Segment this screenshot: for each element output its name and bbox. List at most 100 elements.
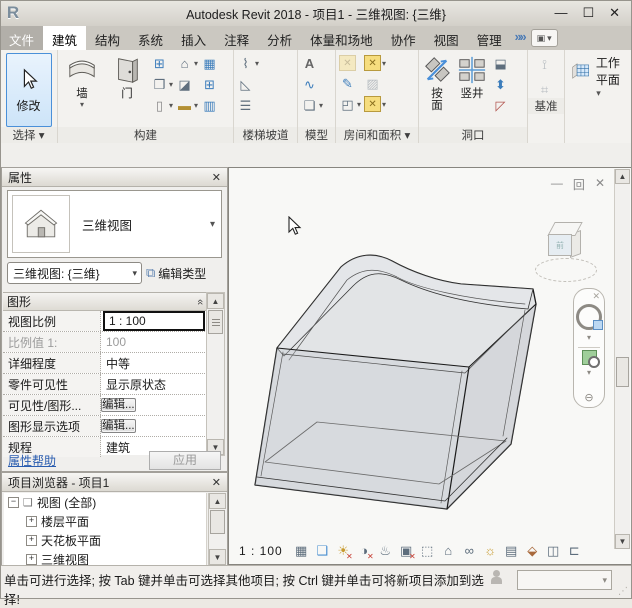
navbar-close-icon[interactable]: ✕ bbox=[592, 291, 600, 302]
area-icon[interactable]: ◰ bbox=[339, 96, 356, 113]
view-scale-button[interactable]: 1 : 100 bbox=[239, 544, 283, 558]
scrollbar-thumb[interactable] bbox=[210, 510, 225, 534]
tab-architecture[interactable]: 建筑 bbox=[43, 26, 86, 50]
viewcube[interactable]: 前 bbox=[535, 220, 597, 286]
detail-level-field[interactable]: 中等 bbox=[101, 355, 207, 372]
section-graphics[interactable]: 图形 « bbox=[3, 293, 207, 311]
chevron-down-icon[interactable]: ▾ bbox=[319, 101, 323, 110]
scrollbar-thumb[interactable] bbox=[616, 357, 629, 387]
scrollbar-thumb[interactable] bbox=[208, 310, 223, 334]
chevron-down-icon[interactable]: ▾ bbox=[194, 59, 198, 68]
curtain-grid-icon[interactable]: ⊞ bbox=[201, 76, 218, 93]
view-scale-field[interactable]: 1 : 100 bbox=[103, 311, 205, 331]
properties-help-link[interactable]: 属性帮助 bbox=[8, 452, 56, 469]
dormer-icon[interactable]: ◸ bbox=[492, 97, 509, 114]
ceiling-icon[interactable]: ◪ bbox=[176, 76, 193, 93]
minimize-button[interactable]: — bbox=[554, 5, 567, 21]
maximize-button[interactable]: ☐ bbox=[582, 5, 594, 21]
expand-icon[interactable]: + bbox=[26, 516, 37, 527]
workplane-button[interactable]: 工作平面 bbox=[565, 50, 632, 88]
model-line-icon[interactable]: ∿ bbox=[301, 76, 318, 93]
door-button[interactable]: 门 bbox=[106, 53, 148, 100]
curtain-system-icon[interactable]: ▦ bbox=[201, 55, 218, 72]
model-text-icon[interactable]: A bbox=[301, 55, 318, 72]
chevron-down-icon[interactable]: ▾ bbox=[194, 101, 198, 110]
tab-annotate[interactable]: 注释 bbox=[215, 26, 258, 50]
collapse-icon[interactable]: − bbox=[8, 497, 19, 508]
railing-icon[interactable]: ⌇ bbox=[237, 55, 254, 72]
window-icon[interactable]: ⊞ bbox=[151, 55, 168, 72]
expand-icon[interactable]: + bbox=[26, 554, 37, 565]
revit-logo-icon[interactable]: R bbox=[0, 1, 26, 25]
crop-region-icon[interactable]: ⬚ bbox=[419, 542, 436, 559]
tab-overflow-icon[interactable]: »» bbox=[511, 26, 529, 50]
tree-item-3d-views[interactable]: + 三维视图 bbox=[4, 550, 206, 565]
scroll-up-icon[interactable]: ▲ bbox=[615, 169, 630, 184]
project-browser-header[interactable]: 项目浏览器 - 项目1 ✕ bbox=[2, 473, 227, 492]
tab-analyze[interactable]: 分析 bbox=[258, 26, 301, 50]
roof-icon[interactable]: ⌂ bbox=[176, 55, 193, 72]
scroll-down-icon[interactable]: ▼ bbox=[615, 534, 630, 549]
ribbon-state-toggle[interactable]: ▣ ▾ bbox=[531, 29, 558, 47]
expand-icon[interactable]: + bbox=[26, 535, 37, 546]
modify-button[interactable]: 修改 bbox=[6, 53, 52, 127]
panel-label-select[interactable]: 选择 ▾ bbox=[0, 127, 57, 143]
zoom-tool-icon[interactable] bbox=[582, 350, 597, 365]
stair-icon[interactable]: ☰ bbox=[237, 97, 254, 114]
view-restore-button[interactable]: 回 bbox=[573, 176, 585, 193]
tab-systems[interactable]: 系统 bbox=[129, 26, 172, 50]
visual-style-icon[interactable]: ❑ bbox=[314, 542, 331, 559]
properties-header[interactable]: 属性 ✕ bbox=[2, 168, 227, 187]
close-icon[interactable]: ✕ bbox=[212, 476, 221, 489]
view-minimize-button[interactable]: — bbox=[551, 176, 563, 193]
close-icon[interactable]: ✕ bbox=[212, 171, 221, 184]
tab-massing-site[interactable]: 体量和场地 bbox=[301, 26, 382, 50]
browser-scrollbar[interactable]: ▲ ▼ bbox=[208, 493, 226, 565]
steering-wheel-icon[interactable] bbox=[576, 304, 602, 330]
tab-manage[interactable]: 管理 bbox=[468, 26, 511, 50]
grid-icon[interactable]: ⌗ bbox=[536, 81, 553, 98]
vertical-opening-icon[interactable]: ⬍ bbox=[492, 76, 509, 93]
chevron-down-icon[interactable]: ▾ bbox=[382, 59, 386, 68]
wall-opening-icon[interactable]: ⬓ bbox=[492, 55, 509, 72]
resize-grip-icon[interactable]: ⋰ bbox=[618, 586, 628, 599]
column-icon[interactable]: ▯ bbox=[151, 97, 168, 114]
chevron-down-icon[interactable]: ▾ bbox=[169, 80, 173, 89]
mullion-icon[interactable]: ▥ bbox=[201, 97, 218, 114]
properties-scrollbar[interactable]: ▲ ▼ bbox=[206, 292, 225, 456]
visibility-graphics-edit-button[interactable]: 编辑... bbox=[101, 398, 136, 412]
instance-combobox[interactable]: 三维视图: {三维} ▾ bbox=[7, 262, 142, 284]
crop-view-icon[interactable]: ▣✕ bbox=[398, 542, 415, 559]
component-icon[interactable]: ❒ bbox=[151, 76, 168, 93]
collapse-chevron-icon[interactable]: « bbox=[194, 298, 206, 304]
chevron-down-icon[interactable]: ▾ bbox=[210, 219, 221, 230]
displacement-sets-icon[interactable]: ◫ bbox=[545, 542, 562, 559]
rendering-dialog-icon[interactable]: ♨ bbox=[377, 542, 394, 559]
tab-structure[interactable]: 结构 bbox=[86, 26, 129, 50]
lock-3d-view-icon[interactable]: ⌂ bbox=[440, 542, 457, 559]
chevron-down-icon[interactable]: ▾ bbox=[587, 368, 591, 377]
parts-visibility-field[interactable]: 显示原状态 bbox=[101, 376, 207, 393]
type-selector[interactable]: 三维视图 ▾ bbox=[7, 190, 222, 258]
drawing-area[interactable]: — 回 ✕ 前 ✕ ▾ ▾ ⊖ ▲ ▼ 1 : 100 ▦ ❑ ☀✕ ◑✕ ♨ … bbox=[228, 167, 632, 565]
apply-button[interactable]: 应用 bbox=[149, 451, 221, 470]
shaft-button[interactable]: 竖井 bbox=[455, 53, 489, 100]
room-separator-icon[interactable]: ✎ bbox=[339, 75, 356, 92]
chevron-down-icon[interactable]: ▾ bbox=[169, 101, 173, 110]
view-close-button[interactable]: ✕ bbox=[595, 176, 605, 193]
tab-insert[interactable]: 插入 bbox=[172, 26, 215, 50]
scroll-up-icon[interactable]: ▲ bbox=[209, 493, 226, 509]
tree-item-views-root[interactable]: − ❑ 视图 (全部) bbox=[4, 493, 206, 512]
tab-view[interactable]: 视图 bbox=[425, 26, 468, 50]
chevron-down-icon[interactable]: ▾ bbox=[382, 100, 386, 109]
sun-path-icon[interactable]: ☀✕ bbox=[335, 542, 352, 559]
chevron-down-icon[interactable]: ▾ bbox=[255, 59, 259, 68]
worksets-icon[interactable] bbox=[491, 570, 508, 585]
wall-button[interactable]: 墙 ▾ bbox=[61, 53, 103, 109]
room-tag-icon[interactable]: ✕ bbox=[364, 55, 381, 71]
graphic-display-options-edit-button[interactable]: 编辑... bbox=[101, 419, 136, 433]
reveal-hidden-elements-icon[interactable]: ☼ bbox=[482, 542, 499, 559]
floor-icon[interactable]: ▬ bbox=[176, 97, 193, 114]
file-menu-button[interactable]: 文件 bbox=[0, 26, 43, 50]
scroll-up-icon[interactable]: ▲ bbox=[207, 293, 224, 309]
